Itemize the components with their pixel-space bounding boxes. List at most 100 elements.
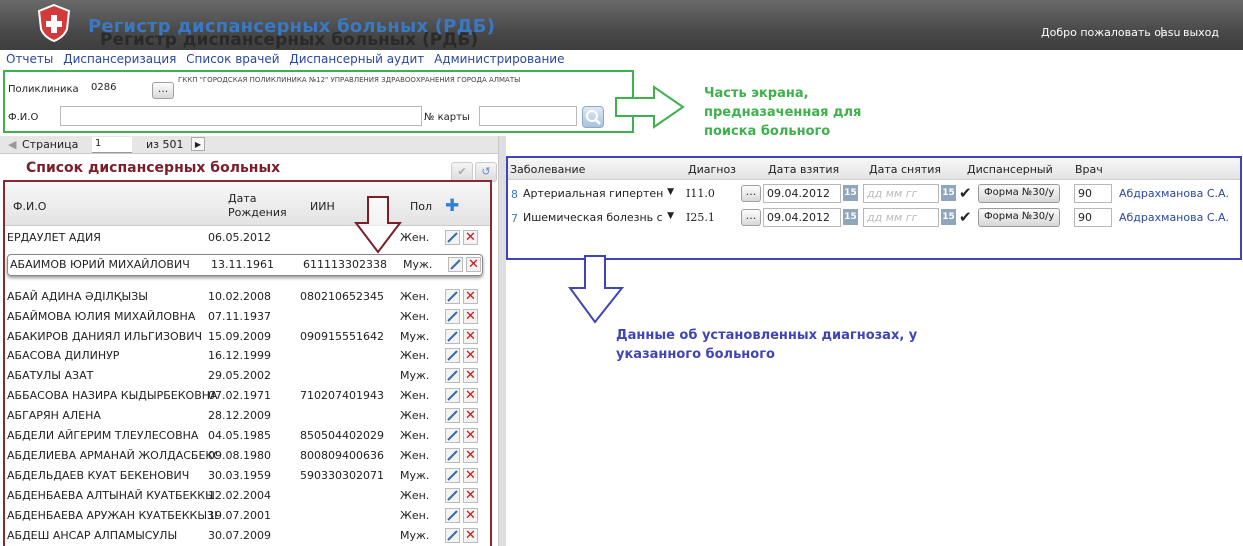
- disease-value: Ишемическая болезнь с: [523, 211, 663, 224]
- arrow-down-icon: [568, 255, 625, 324]
- edit-icon[interactable]: [445, 488, 460, 503]
- menu-item-dispensary[interactable]: Диспансеризация: [63, 52, 176, 66]
- diagnosis-code[interactable]: I25.1: [682, 208, 738, 227]
- table-row[interactable]: АБАКИРОВ ДАНИЯЛ ИЛЬГИЗОВИЧ 15.09.2009 0909…: [5, 327, 485, 346]
- checkmark-icon[interactable]: ✔: [451, 162, 473, 182]
- patient-iin: 090915551642: [300, 330, 384, 343]
- date-removed-input[interactable]: дд мм гг: [863, 184, 939, 203]
- col-date-removed[interactable]: Дата снятия: [869, 163, 941, 176]
- patient-name: ЕРДАУЛЕТ АДИЯ: [7, 231, 101, 244]
- pager-page-input[interactable]: 1: [92, 137, 132, 153]
- edit-icon[interactable]: [445, 408, 460, 423]
- edit-icon[interactable]: [445, 230, 460, 245]
- diagnosis-code[interactable]: I11.0: [682, 184, 738, 203]
- calendar-icon[interactable]: 15: [843, 185, 858, 201]
- delete-icon[interactable]: ✕: [463, 428, 478, 443]
- table-row[interactable]: ЕРДАУЛЕТ АДИЯ 06.05.2012 Жен. ✕: [5, 228, 485, 247]
- menu-item-doctors[interactable]: Список врачей: [186, 52, 279, 66]
- dispensary-check-icon[interactable]: ✔: [959, 208, 972, 226]
- delete-icon[interactable]: ✕: [463, 289, 478, 304]
- pager-next-icon[interactable]: ▶: [191, 137, 205, 151]
- edit-icon[interactable]: [445, 348, 460, 363]
- search-button[interactable]: [582, 106, 604, 128]
- delete-icon[interactable]: ✕: [463, 309, 478, 324]
- col-dispensary[interactable]: Диспансерный: [967, 163, 1053, 176]
- delete-icon[interactable]: ✕: [463, 329, 478, 344]
- edit-icon[interactable]: [445, 448, 460, 463]
- pager-prev-icon[interactable]: ◀: [8, 138, 16, 151]
- table-row[interactable]: АБАТУЛЫ АЗАТ 29.05.2002 Муж. ✕: [5, 366, 485, 385]
- table-row[interactable]: АБАЙМОВА ЮЛИЯ МИХАЙЛОВНА 07.11.1937 Жен. ✕: [5, 307, 485, 326]
- edit-icon[interactable]: [445, 528, 460, 543]
- table-row[interactable]: АБДЕЛЬДАЕВ КУАТ БЕКЕНОВИЧ 30.03.1959 59033…: [5, 466, 485, 485]
- disease-select[interactable]: Ишемическая болезнь с ▼: [519, 208, 679, 227]
- dispensary-check-icon[interactable]: ✔: [959, 184, 972, 202]
- edit-icon[interactable]: [445, 508, 460, 523]
- delete-icon[interactable]: ✕: [463, 488, 478, 503]
- menu-item-audit[interactable]: Диспансерный аудит: [289, 52, 424, 66]
- calendar-icon[interactable]: 15: [941, 185, 956, 201]
- delete-icon[interactable]: ✕: [463, 468, 478, 483]
- diagnosis-row[interactable]: 8 Артериальная гипертен ▼ I11.0... 09.04.201…: [508, 182, 1240, 206]
- card-number-input[interactable]: [479, 106, 577, 126]
- undo-icon[interactable]: ↺: [475, 162, 497, 182]
- delete-icon[interactable]: ✕: [463, 230, 478, 245]
- table-row[interactable]: АБДЕШ АНСАР АЛПАМЫСУЛЫ 30.07.2009 Муж. ✕: [5, 526, 485, 545]
- col-doctor[interactable]: Врач: [1075, 163, 1103, 176]
- diagnosis-select-button[interactable]: ...: [741, 209, 761, 226]
- delete-icon[interactable]: ✕: [463, 528, 478, 543]
- clinic-code-field[interactable]: 0286: [87, 80, 145, 98]
- table-row[interactable]: АБДЕНБАЕВА АРУЖАН КУАТБЕККЫЗЬ 19.07.2001 Ж…: [5, 506, 485, 525]
- delete-icon[interactable]: ✕: [463, 508, 478, 523]
- calendar-icon[interactable]: 15: [843, 209, 858, 225]
- fio-search-input[interactable]: [60, 106, 422, 126]
- delete-icon[interactable]: ✕: [463, 348, 478, 363]
- edit-icon[interactable]: [445, 368, 460, 383]
- col-fio[interactable]: Ф.И.О: [13, 200, 46, 213]
- clinic-select-button[interactable]: ...: [152, 82, 174, 99]
- edit-icon[interactable]: [448, 257, 463, 272]
- form-30-button[interactable]: Форма №30/у: [978, 208, 1061, 227]
- table-row[interactable]: АБАЙ АДИНА ӘДІЛҚЫЗЫ 10.02.2008 08021065234…: [5, 287, 485, 306]
- edit-icon[interactable]: [445, 428, 460, 443]
- diagnosis-select-button[interactable]: ...: [741, 185, 761, 202]
- edit-icon[interactable]: [445, 309, 460, 324]
- edit-icon[interactable]: [445, 468, 460, 483]
- add-patient-icon[interactable]: ✚: [445, 196, 459, 216]
- table-row[interactable]: АБДЕЛИЕВА АРМАНАЙ ЖОЛДАСБЕКО 09.08.1980 80…: [5, 446, 485, 465]
- edit-icon[interactable]: [445, 388, 460, 403]
- app-header: Регистр диспансерных больных (РДБ) Регис…: [0, 0, 1243, 50]
- col-iin[interactable]: ИИН: [310, 200, 335, 213]
- table-row[interactable]: АББАСОВА НАЗИРА КЫДЫРБЕКОВНА 07.02.1971 71…: [5, 386, 485, 405]
- table-row[interactable]: АБДЕЛИ АЙГЕРИМ ТЛЕУЛЕСОВНА 04.05.1985 8505…: [5, 426, 485, 445]
- splitter[interactable]: [498, 136, 506, 546]
- date-taken-input[interactable]: 09.04.2012: [763, 184, 841, 203]
- logout-link[interactable]: выход: [1183, 26, 1219, 39]
- delete-icon[interactable]: ✕: [463, 408, 478, 423]
- menu-item-admin[interactable]: Администрирование: [434, 52, 564, 66]
- col-date-taken[interactable]: Дата взятия: [768, 163, 839, 176]
- delete-icon[interactable]: ✕: [463, 368, 478, 383]
- edit-icon[interactable]: [445, 289, 460, 304]
- form-30-button[interactable]: Форма №30/у: [978, 184, 1061, 203]
- doctor-code-input[interactable]: 90: [1074, 184, 1112, 203]
- delete-icon[interactable]: ✕: [463, 388, 478, 403]
- col-sex[interactable]: Пол: [410, 200, 432, 213]
- diagnosis-row[interactable]: 7 Ишемическая болезнь с ▼ I25.1... 09.04.201…: [508, 206, 1240, 230]
- calendar-icon[interactable]: 15: [941, 209, 956, 225]
- menu-item-reports[interactable]: Отчеты: [6, 52, 53, 66]
- col-diagnosis[interactable]: Диагноз: [688, 163, 736, 176]
- col-dob[interactable]: Дата Рождения: [228, 192, 287, 220]
- delete-icon[interactable]: ✕: [463, 448, 478, 463]
- date-taken-input[interactable]: 09.04.2012: [763, 208, 841, 227]
- table-row[interactable]: АБАСОВА ДИЛИНУР 16.12.1999 Жен. ✕: [5, 346, 485, 365]
- table-row[interactable]: АБАИМОВ ЮРИЙ МИХАЙЛОВИЧ 13.11.1961 6111133…: [7, 254, 483, 276]
- col-disease[interactable]: Заболевание: [510, 163, 585, 176]
- date-removed-input[interactable]: дд мм гг: [863, 208, 939, 227]
- table-row[interactable]: АБДЕНБАЕВА АЛТЫНАЙ КУАТБЕККЫЗ 12.02.2004 Ж…: [5, 486, 485, 505]
- table-row[interactable]: АБГАРЯН АЛЕНА 28.12.2009 Жен. ✕: [5, 406, 485, 425]
- doctor-code-input[interactable]: 90: [1074, 208, 1112, 227]
- delete-icon[interactable]: ✕: [466, 257, 481, 272]
- disease-select[interactable]: Артериальная гипертен ▼: [519, 184, 679, 203]
- edit-icon[interactable]: [445, 329, 460, 344]
